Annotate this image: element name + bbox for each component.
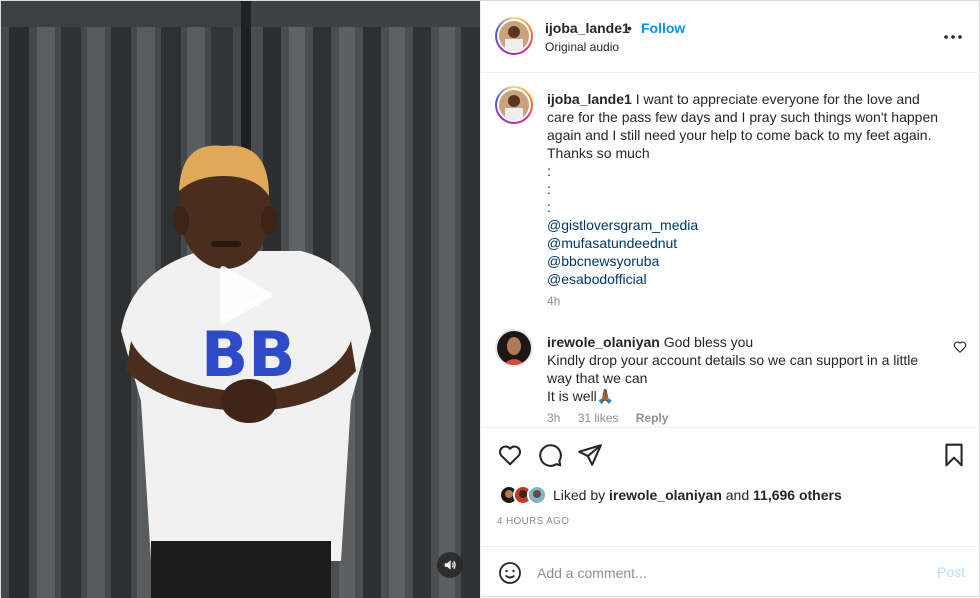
follow-button[interactable]: Follow — [641, 20, 685, 36]
bookmark-icon[interactable] — [941, 442, 967, 468]
audio-toggle-button[interactable] — [437, 552, 463, 578]
comment-icon[interactable] — [537, 442, 563, 468]
likes-and: and — [725, 487, 750, 503]
likes-count-link[interactable]: 11,696 others — [753, 487, 842, 503]
comment-body: irewole_olaniyan God bless you Kindly dr… — [547, 333, 927, 426]
comment-text: Kindly drop your account details so we c… — [547, 352, 919, 386]
comment-likes[interactable]: 31 likes — [578, 411, 619, 425]
author-avatar[interactable] — [495, 17, 533, 55]
share-icon[interactable] — [577, 442, 603, 468]
comment-meta: 3h 31 likes Reply — [547, 409, 927, 426]
more-horizontal-icon — [944, 35, 962, 39]
caption-avatar[interactable] — [495, 86, 533, 124]
comment-text: God bless you — [663, 334, 754, 350]
liker-avatar[interactable] — [527, 485, 547, 505]
play-icon[interactable] — [213, 263, 277, 327]
mention-link[interactable]: @gistloversgram_media — [547, 216, 947, 234]
audio-link[interactable]: Original audio — [545, 40, 619, 54]
speaker-icon — [444, 560, 456, 570]
reply-button[interactable]: Reply — [636, 411, 669, 425]
mention-link[interactable]: @esabodofficial — [547, 270, 947, 288]
instagram-post-dialog: BB ijoba_lande1 • Follow Original audio … — [0, 0, 980, 598]
commenter-avatar[interactable] — [495, 329, 533, 367]
comment-input[interactable] — [537, 561, 917, 585]
comment-time[interactable]: 3h — [547, 411, 560, 425]
post-actions: Liked by irewole_olaniyan and 11,696 oth… — [481, 427, 980, 547]
post-header: ijoba_lande1 • Follow Original audio — [481, 1, 980, 73]
caption-timestamp[interactable]: 4h — [547, 292, 947, 310]
like-icon[interactable] — [497, 442, 523, 468]
mention-link[interactable]: @bbcnewsyoruba — [547, 252, 947, 270]
caption-dot-line: : — [547, 199, 551, 215]
caption-dot-line: : — [547, 181, 551, 197]
likes-text: Liked by irewole_olaniyan and 11,696 oth… — [553, 487, 842, 503]
separator-dot: • — [627, 20, 632, 36]
mention-link[interactable]: @mufasatundeednut — [547, 234, 947, 252]
comments-section[interactable]: ijoba_lande1 I want to appreciate everyo… — [481, 74, 980, 426]
likes-prefix: Liked by — [553, 487, 606, 503]
caption-username[interactable]: ijoba_lande1 — [547, 91, 632, 107]
likes-summary: Liked by irewole_olaniyan and 11,696 oth… — [499, 484, 842, 506]
add-comment-bar: Post — [481, 546, 980, 598]
emoji-icon[interactable] — [498, 561, 522, 585]
video-player[interactable]: BB — [1, 1, 480, 598]
comment-text: It is well🙏🏾 — [547, 388, 615, 404]
commenter-username[interactable]: irewole_olaniyan — [547, 334, 660, 350]
post-details-panel: ijoba_lande1 • Follow Original audio ijo… — [480, 1, 980, 598]
post-comment-button[interactable]: Post — [937, 564, 965, 580]
post-time[interactable]: 4 HOURS AGO — [497, 516, 569, 527]
caption-body: ijoba_lande1 I want to appreciate everyo… — [547, 90, 947, 310]
liker-username[interactable]: irewole_olaniyan — [609, 487, 722, 503]
like-comment-icon[interactable] — [953, 340, 967, 354]
caption-dot-line: : — [547, 163, 551, 179]
more-options-button[interactable] — [941, 25, 965, 49]
author-username[interactable]: ijoba_lande1 — [545, 20, 630, 36]
